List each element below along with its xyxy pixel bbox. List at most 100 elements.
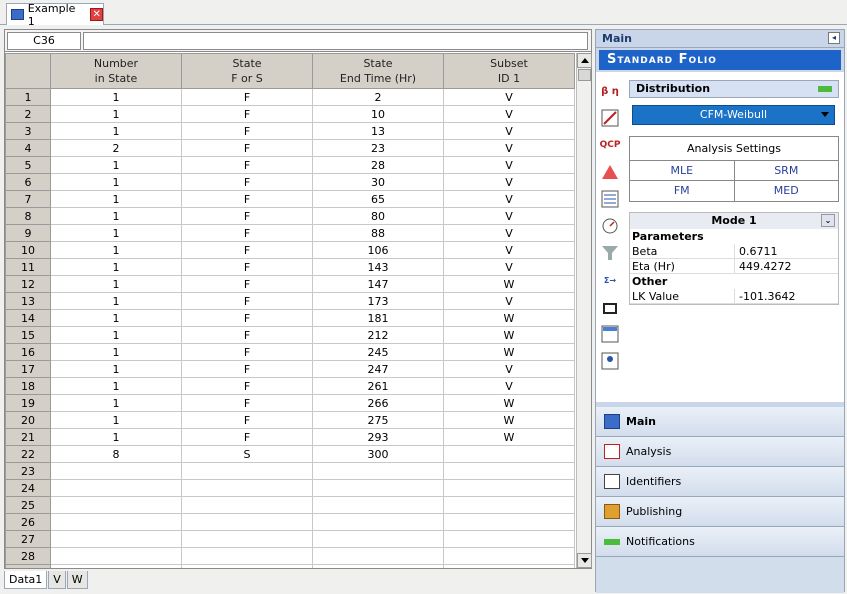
cell-end-time[interactable]: 300 bbox=[312, 445, 444, 463]
gauge-icon[interactable] bbox=[599, 215, 621, 237]
cell-state[interactable]: F bbox=[181, 326, 313, 344]
cell-end-time[interactable]: 143 bbox=[312, 258, 444, 276]
cell-state[interactable]: F bbox=[181, 309, 313, 327]
cell-end-time[interactable]: 173 bbox=[312, 292, 444, 310]
warning-icon[interactable] bbox=[599, 161, 621, 183]
cell-state[interactable] bbox=[181, 547, 313, 565]
cell-state[interactable] bbox=[181, 479, 313, 497]
table-row[interactable]: 26 bbox=[5, 513, 575, 531]
row-header[interactable]: 22 bbox=[5, 445, 51, 463]
cell-number-in-state[interactable] bbox=[50, 530, 182, 548]
document-tab[interactable]: Example 1 ✕ bbox=[6, 2, 104, 28]
cell-number-in-state[interactable]: 1 bbox=[50, 394, 182, 412]
cell-number-in-state[interactable]: 8 bbox=[50, 445, 182, 463]
sheet-tab-data1[interactable]: Data1 bbox=[4, 571, 48, 589]
cell-number-in-state[interactable]: 1 bbox=[50, 88, 182, 106]
cell-subset-id[interactable]: V bbox=[443, 105, 575, 123]
cell-state[interactable]: F bbox=[181, 343, 313, 361]
cell-state[interactable]: F bbox=[181, 190, 313, 208]
table-row[interactable]: 6 1 F 30 V bbox=[5, 173, 575, 191]
cell-subset-id[interactable]: V bbox=[443, 292, 575, 310]
cell-number-in-state[interactable]: 1 bbox=[50, 173, 182, 191]
cell-subset-id[interactable]: V bbox=[443, 173, 575, 191]
cell-end-time[interactable]: 245 bbox=[312, 343, 444, 361]
batch-icon[interactable] bbox=[599, 188, 621, 210]
cell-number-in-state[interactable]: 1 bbox=[50, 275, 182, 293]
data-grid[interactable]: Number in State State F or S State End Time… bbox=[5, 53, 575, 568]
cell-subset-id[interactable]: V bbox=[443, 224, 575, 242]
cell-subset-id[interactable]: V bbox=[443, 207, 575, 225]
row-header[interactable]: 14 bbox=[5, 309, 51, 327]
cell-end-time[interactable] bbox=[312, 462, 444, 480]
cell-state[interactable]: F bbox=[181, 394, 313, 412]
cell-subset-id[interactable]: V bbox=[443, 360, 575, 378]
cell-state[interactable] bbox=[181, 462, 313, 480]
cell-state[interactable]: F bbox=[181, 411, 313, 429]
distribution-dropdown[interactable]: CFM-Weibull bbox=[632, 105, 835, 125]
cell-state[interactable]: F bbox=[181, 377, 313, 395]
qcp-icon[interactable]: QCP bbox=[599, 134, 621, 156]
cell-subset-id[interactable]: W bbox=[443, 326, 575, 344]
cell-subset-id[interactable]: V bbox=[443, 139, 575, 157]
cell-state[interactable]: F bbox=[181, 258, 313, 276]
table-row[interactable]: 3 1 F 13 V bbox=[5, 122, 575, 140]
scroll-thumb[interactable] bbox=[578, 69, 591, 81]
cell-number-in-state[interactable]: 1 bbox=[50, 224, 182, 242]
cell-state[interactable]: F bbox=[181, 241, 313, 259]
table-row[interactable]: 24 bbox=[5, 479, 575, 497]
cell-end-time[interactable] bbox=[312, 530, 444, 548]
cell-number-in-state[interactable]: 1 bbox=[50, 241, 182, 259]
cell-number-in-state[interactable]: 2 bbox=[50, 139, 182, 157]
cell-state[interactable]: F bbox=[181, 173, 313, 191]
cell-subset-id[interactable]: W bbox=[443, 275, 575, 293]
cell-end-time[interactable]: 23 bbox=[312, 139, 444, 157]
cell-end-time[interactable] bbox=[312, 496, 444, 514]
table-row[interactable]: 20 1 F 275 W bbox=[5, 411, 575, 429]
row-header[interactable]: 3 bbox=[5, 122, 51, 140]
cell-number-in-state[interactable]: 1 bbox=[50, 190, 182, 208]
nav-main[interactable]: Main bbox=[596, 407, 844, 437]
cell-end-time[interactable] bbox=[312, 479, 444, 497]
row-header[interactable]: 5 bbox=[5, 156, 51, 174]
table-row[interactable]: 22 8 S 300 bbox=[5, 445, 575, 463]
mode-dropdown-icon[interactable]: ⌄ bbox=[821, 214, 835, 227]
sheet-tab-v[interactable]: V bbox=[48, 571, 66, 589]
cell-subset-id[interactable]: V bbox=[443, 122, 575, 140]
cell-number-in-state[interactable] bbox=[50, 479, 182, 497]
collapse-panel-icon[interactable]: ◂ bbox=[828, 32, 840, 44]
table-icon[interactable] bbox=[599, 323, 621, 345]
table-row[interactable]: 4 2 F 23 V bbox=[5, 139, 575, 157]
cell-end-time[interactable]: 212 bbox=[312, 326, 444, 344]
row-header[interactable]: 4 bbox=[5, 139, 51, 157]
table-row[interactable]: 23 bbox=[5, 462, 575, 480]
table-row[interactable]: 7 1 F 65 V bbox=[5, 190, 575, 208]
cell-number-in-state[interactable] bbox=[50, 547, 182, 565]
sheet-tab-w[interactable]: W bbox=[66, 571, 88, 589]
cell-state[interactable] bbox=[181, 496, 313, 514]
cell-subset-id[interactable] bbox=[443, 445, 575, 463]
table-row[interactable]: 14 1 F 181 W bbox=[5, 309, 575, 327]
cell-end-time[interactable] bbox=[312, 547, 444, 565]
cell-end-time[interactable] bbox=[312, 564, 444, 568]
row-header[interactable]: 7 bbox=[5, 190, 51, 208]
cell-state[interactable] bbox=[181, 564, 313, 568]
cell-number-in-state[interactable]: 1 bbox=[50, 122, 182, 140]
cell-end-time[interactable]: 28 bbox=[312, 156, 444, 174]
cell-number-in-state[interactable]: 1 bbox=[50, 411, 182, 429]
cell-state[interactable]: S bbox=[181, 445, 313, 463]
cell-state[interactable]: F bbox=[181, 105, 313, 123]
row-header[interactable]: 9 bbox=[5, 224, 51, 242]
nav-publishing[interactable]: Publishing bbox=[596, 497, 844, 527]
nav-analysis[interactable]: Analysis bbox=[596, 437, 844, 467]
cell-end-time[interactable]: 247 bbox=[312, 360, 444, 378]
cell-end-time[interactable]: 293 bbox=[312, 428, 444, 446]
row-header[interactable]: 18 bbox=[5, 377, 51, 395]
formula-input[interactable] bbox=[83, 32, 588, 50]
wizard-icon[interactable] bbox=[599, 350, 621, 372]
hide-icon[interactable] bbox=[599, 296, 621, 318]
table-row[interactable]: 21 1 F 293 W bbox=[5, 428, 575, 446]
table-row[interactable]: 2 1 F 10 V bbox=[5, 105, 575, 123]
cell-end-time[interactable]: 80 bbox=[312, 207, 444, 225]
cell-state[interactable]: F bbox=[181, 360, 313, 378]
table-row[interactable]: 10 1 F 106 V bbox=[5, 241, 575, 259]
